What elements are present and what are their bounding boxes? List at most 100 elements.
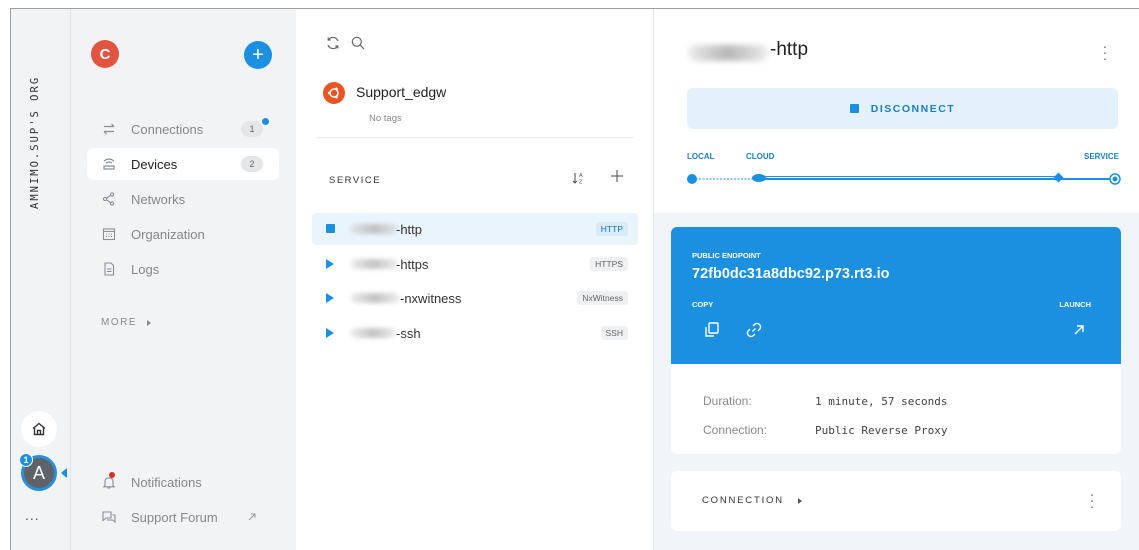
route-label-local: LOCAL (687, 152, 715, 161)
endpoint-value[interactable]: 72fb0dc31a8dbc92.p73.rt3.io (692, 266, 889, 282)
play-icon (326, 293, 334, 303)
device-name[interactable]: Support_edgw (356, 84, 446, 100)
home-icon (32, 422, 46, 436)
org-name-label: AMNIMO.SUP'S ORG (29, 75, 41, 209)
account-notification-badge: 1 (19, 453, 33, 467)
local-node (687, 174, 697, 184)
service-row-http[interactable]: -http HTTP (312, 213, 638, 245)
copy-label: COPY (692, 300, 714, 309)
copy-link-button[interactable] (743, 319, 765, 341)
redacted-name (688, 45, 768, 61)
bell-icon (101, 472, 117, 490)
play-icon (326, 259, 334, 269)
service-name: -https (396, 257, 429, 272)
connection-route-diagram (687, 172, 1121, 185)
svg-text:Z: Z (579, 180, 583, 186)
copy-button[interactable] (701, 319, 723, 341)
sidebar-item-label: Logs (131, 261, 160, 277)
sidebar-item-support-forum[interactable]: Support Forum (87, 501, 279, 533)
sidebar-item-devices[interactable]: Devices 2 (87, 148, 279, 180)
sidebar-item-label: Support Forum (131, 509, 218, 525)
detail-header: -http · · · DISCONNECT LOCAL CLOUD SERVICE (654, 9, 1139, 213)
swap-arrows-icon (101, 121, 117, 137)
service-row-nxwitness[interactable]: -nxwitness NxWitness (312, 282, 638, 314)
add-button[interactable]: + (244, 41, 272, 69)
svg-text:A: A (579, 173, 583, 179)
duration-value: 1 minute, 57 seconds (815, 395, 948, 408)
redacted-name (350, 259, 398, 269)
device-tags[interactable]: No tags (369, 113, 402, 124)
org-avatar[interactable]: C (91, 40, 119, 68)
endpoint-label: PUBLIC ENDPOINT (692, 251, 761, 260)
service-state-icon[interactable] (326, 224, 335, 233)
play-icon (326, 328, 334, 338)
service-detail-panel: -http · · · DISCONNECT LOCAL CLOUD SERVICE (654, 9, 1139, 550)
service-name: -nxwitness (400, 291, 462, 306)
org-name-vertical[interactable]: AMNIMO.SUP'S ORG (27, 39, 47, 209)
expand-caret-icon (147, 319, 151, 326)
disconnect-button[interactable]: DISCONNECT (687, 88, 1118, 129)
service-state-icon[interactable] (326, 328, 334, 338)
service-row-ssh[interactable]: -ssh SSH (312, 317, 638, 349)
search-icon[interactable] (350, 35, 366, 51)
service-section-title: SERVICE (329, 175, 382, 186)
network-icon (101, 191, 117, 207)
sidebar-item-label: Networks (131, 191, 186, 207)
service-type-badge: HTTP (595, 222, 628, 236)
service-row-https[interactable]: -https HTTPS (312, 248, 638, 280)
service-type-badge: HTTPS (590, 257, 628, 271)
connection-section-toggle[interactable]: CONNECTION (702, 495, 802, 506)
service-state-icon[interactable] (326, 259, 334, 269)
home-button[interactable] (21, 411, 57, 447)
connection-section-title: CONNECTION (702, 495, 784, 506)
device-panel: Support_edgw No tags SERVICE AZ -http HT… (296, 9, 654, 550)
service-name: -http (396, 222, 423, 237)
sidebar-item-networks[interactable]: Networks (87, 183, 279, 215)
service-state-icon[interactable] (326, 293, 334, 303)
redacted-name (350, 328, 396, 338)
expand-caret-icon (797, 497, 802, 504)
connections-count: 1 (241, 121, 263, 137)
launch-button[interactable] (1068, 319, 1090, 341)
divider (316, 137, 634, 138)
sidebar-item-organization[interactable]: Organization (87, 218, 279, 250)
external-link-icon (248, 513, 256, 521)
service-type-badge: SSH (600, 326, 628, 340)
disconnect-label: DISCONNECT (870, 102, 956, 115)
add-service-button[interactable] (610, 167, 624, 188)
sidebar-item-notifications[interactable]: Notifications (87, 466, 279, 498)
connection-type-label: Connection: (703, 423, 768, 437)
kebab-menu-icon[interactable]: · · · (1087, 487, 1097, 513)
sidebar-item-label: Organization (131, 226, 205, 242)
service-type-badge: NxWitness (577, 291, 628, 305)
sidebar-item-label: Devices (131, 156, 178, 172)
redacted-name (350, 293, 400, 303)
copy-icon (705, 322, 719, 337)
more-menu-toggle[interactable]: MORE (101, 317, 151, 328)
launch-label: LAUNCH (1059, 300, 1091, 309)
proxy-node (1053, 172, 1064, 183)
nav-panel: C + Connections 1 Devices 2 Networks Org… (71, 9, 296, 550)
sidebar-item-label: Notifications (131, 474, 202, 490)
connections-active-dot (262, 118, 269, 125)
sidebar-item-connections[interactable]: Connections 1 (87, 113, 279, 145)
ubuntu-icon (323, 82, 345, 104)
route-label-service: SERVICE (1084, 152, 1119, 161)
duration-label: Duration: (703, 394, 752, 408)
sidebar-item-label: Connections (131, 121, 204, 137)
account-menu[interactable]: A 1 (19, 453, 67, 491)
sidebar-item-logs[interactable]: Logs (87, 253, 279, 285)
kebab-menu-icon[interactable]: · · · (1100, 39, 1110, 65)
devices-count: 2 (241, 156, 263, 172)
account-selected-caret (61, 468, 67, 478)
connection-section[interactable]: CONNECTION · · · (671, 471, 1121, 531)
service-name: -ssh (396, 326, 421, 341)
sort-az-icon[interactable]: AZ (572, 171, 586, 188)
document-icon (101, 261, 117, 277)
forum-icon (101, 509, 117, 525)
refresh-icon[interactable] (325, 35, 341, 51)
stop-icon (326, 224, 335, 233)
router-icon (101, 156, 117, 172)
notification-dot (109, 472, 115, 478)
more-options-button[interactable]: ... (25, 507, 40, 523)
